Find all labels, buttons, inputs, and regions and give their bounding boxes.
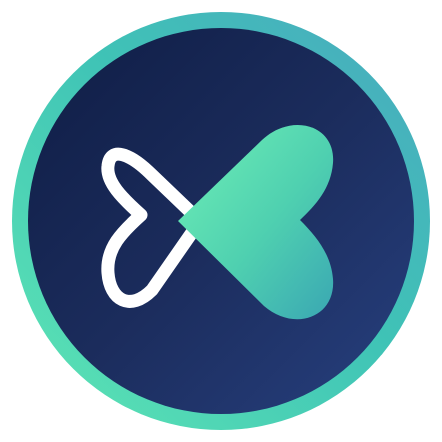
app-icon: [0, 0, 442, 442]
heart-x-logo-icon: [12, 12, 430, 430]
